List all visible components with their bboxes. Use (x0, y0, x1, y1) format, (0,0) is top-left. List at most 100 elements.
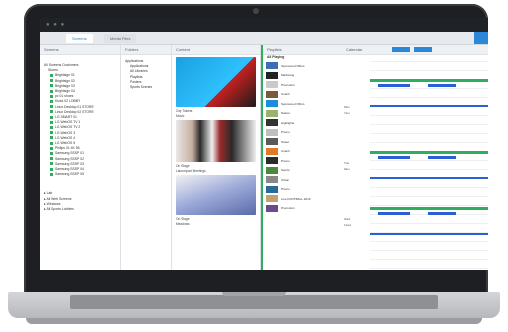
screen-group-item[interactable]: ▸ All Sports Lobbies (40, 207, 120, 212)
calendar-gridline (370, 259, 488, 260)
playlist-panel-title: Playlists (263, 45, 343, 55)
media-sub-2: Launchpad Meetings (176, 168, 206, 173)
playlist-item-label: Promotion (281, 206, 295, 211)
playlist-item[interactable]: Promotion (266, 204, 340, 212)
calendar-gridline (370, 88, 488, 89)
playlist-item[interactable]: Sports (266, 166, 340, 174)
window-titlebar: ● ● ● (40, 18, 488, 32)
status-dot-icon (50, 167, 53, 171)
event-bar[interactable] (378, 84, 410, 87)
media-thumb-2[interactable] (176, 120, 256, 162)
playlist-thumb (266, 176, 278, 184)
event-bar[interactable] (428, 156, 456, 159)
screen-item-label: Brightsign 02 (55, 78, 75, 83)
event-bar[interactable] (370, 105, 488, 107)
status-dot-icon (50, 146, 53, 150)
window-controls-icon[interactable]: ● ● ● (46, 22, 65, 28)
media-thumb-3[interactable] (176, 175, 256, 215)
calendar-week-button[interactable] (414, 47, 432, 52)
status-dot-icon (50, 136, 53, 140)
trackpad-notch (222, 292, 286, 296)
playlist-thumb (266, 204, 278, 212)
folder-item[interactable]: Sports Scenes (121, 85, 171, 90)
status-dot-icon (50, 105, 53, 109)
playlist-item-label: Live FOOTBALL 2019 (281, 196, 311, 201)
screen-item-label: Brightsign 04 (55, 89, 75, 94)
header-action-button[interactable] (474, 32, 488, 44)
tab-media-files[interactable]: Media Files (104, 34, 137, 43)
playlist-thumb (266, 138, 278, 146)
screen-item-label: Samsung SSSP 02 (55, 156, 84, 161)
playlist-item-label: Sports (281, 168, 290, 173)
status-dot-icon (50, 152, 53, 156)
laptop-base (0, 292, 508, 328)
playlist-item[interactable]: Coach (266, 90, 340, 98)
event-bar[interactable] (370, 151, 488, 154)
event-bar[interactable] (378, 212, 410, 215)
calendar-gridline (370, 268, 488, 269)
playlist-item[interactable]: Promo (266, 185, 340, 193)
playlist-item[interactable]: Nature (266, 109, 340, 117)
status-dot-icon (50, 79, 53, 83)
status-dot-icon (50, 100, 53, 104)
status-dot-icon (50, 74, 53, 78)
status-dot-icon (50, 141, 53, 145)
calendar-day-label: Mon (344, 105, 350, 109)
playlist-item[interactable]: Highlights (266, 119, 340, 127)
playlist-item[interactable]: Promo (266, 128, 340, 136)
playlist-panel: Playlists All Playing Sponsored Offers Ma… (261, 45, 344, 270)
playlist-item-label: Promo (281, 187, 290, 192)
media-thumb-1[interactable] (176, 57, 256, 107)
event-bar[interactable] (370, 177, 488, 179)
playlist-item[interactable]: Promotion (266, 81, 340, 89)
playlist-item[interactable]: Promo (266, 157, 340, 165)
playlist-thumb (266, 100, 278, 108)
screens-panel: Screens All Screens Customers Stores Bri… (40, 45, 121, 270)
playlist-thumb (266, 62, 278, 70)
calendar-gridline (370, 187, 488, 188)
playlist-item-label: Nature (281, 111, 291, 116)
calendar-gridline (370, 70, 488, 71)
event-bar[interactable] (428, 84, 456, 87)
status-dot-icon (50, 157, 53, 161)
playlist-item[interactable]: Live FOOTBALL 2019 (266, 195, 340, 203)
screen-item-label: LG WebOS TV 2 (55, 125, 81, 130)
screens-panel-title: Screens (40, 45, 120, 55)
playlist-item-label: Marketing (281, 73, 295, 78)
playlist-item[interactable]: Sponsored Offers (266, 100, 340, 108)
screen-item-label: LG WebOS TV 1 (55, 120, 81, 125)
playlist-item[interactable]: Marketing (266, 71, 340, 79)
screen-item-label: Samsung SSSP 04 (55, 167, 84, 172)
event-bar[interactable] (370, 79, 488, 82)
playlist-thumb (266, 147, 278, 155)
calendar-gridline (370, 115, 488, 116)
status-dot-icon (50, 84, 53, 88)
playlist-item[interactable]: Street (266, 138, 340, 146)
calendar-gridline (370, 133, 488, 134)
playlist-item-label: Highlights (281, 120, 295, 125)
laptop-foot (26, 318, 482, 324)
playlist-thumb (266, 195, 278, 203)
status-dot-icon (50, 94, 53, 98)
playlist-item-label: Promotion (281, 82, 295, 87)
calendar-gridline (370, 61, 488, 62)
calendar-gridline (370, 97, 488, 98)
playlist-item[interactable]: Sponsored Offers (266, 62, 340, 70)
calendar-today-button[interactable] (392, 47, 410, 52)
event-bar[interactable] (370, 233, 488, 235)
playlist-item[interactable]: Coach (266, 147, 340, 155)
screen-groups: ▸ Lab ▸ All Web Screens ▸ Windows ▸ All Spo… (40, 191, 120, 212)
screen-item-label: Samsung SSSP 03 (55, 161, 84, 166)
tab-screens[interactable]: Screens (66, 34, 93, 43)
event-bar[interactable] (370, 207, 488, 210)
playlist-thumb (266, 157, 278, 165)
screen-item-label: LG WebOS 5 (55, 141, 76, 146)
playlist-item[interactable]: Urban (266, 176, 340, 184)
status-dot-icon (50, 131, 53, 135)
status-dot-icon (50, 89, 53, 93)
screen-item-label: Brightsign 03 (55, 83, 75, 88)
event-bar[interactable] (428, 212, 456, 215)
screens-search[interactable] (40, 55, 120, 63)
event-bar[interactable] (378, 156, 410, 159)
playlist-item-label: Sponsored Offers (281, 101, 305, 106)
